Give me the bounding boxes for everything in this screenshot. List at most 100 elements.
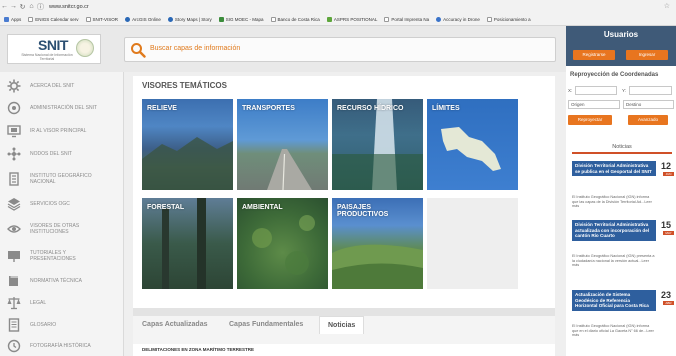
news-title[interactable]: División Territorial Administrativa actu… [572,220,656,241]
waterfall-image [332,99,423,190]
snit-logo[interactable]: SNIT Sistema Nacional de Información Ter… [7,34,101,64]
layer-search[interactable]: Buscar capas de información [124,37,556,62]
page-icon [384,17,390,22]
sidebar-item-label: FOTOGRAFÍA HISTÓRICA [30,342,91,349]
sidebar-item-visores-otras[interactable]: VISORES DE OTRAS INSTITUCIONES [0,217,124,241]
bookmark-item[interactable]: Portal Imprenta Na [384,17,429,22]
reload-icon[interactable]: ↻ [18,3,27,11]
sidebar-item-label: ACERCA DEL SNIT [30,82,75,89]
tile-transportes[interactable]: TRANSPORTES [237,99,328,190]
news-description: El Instituto Geográfico Nacional (IGN) p… [572,254,655,268]
tile-label: RELIEVE [147,105,177,112]
logo-text: SNIT [38,37,68,53]
origin-select[interactable]: Origen [568,100,620,109]
news-month: ABR [663,301,674,305]
tile-label: AMBIENTAL [242,204,283,211]
globe-gear-icon [7,101,21,115]
y-label: Y: [622,88,627,93]
page-icon [28,17,34,22]
tile-label: FORESTAL [147,204,185,211]
reprojection-title: Reproyección de Coordenadas [570,72,659,78]
bookmark-star-icon[interactable]: ☆ [664,2,670,10]
tab-capas-fundamentales[interactable]: Capas Fundamentales [229,321,303,328]
news-title[interactable]: Actualización de Sistema Geodésico de Re… [572,290,656,311]
sidebar-item-ign[interactable]: INSTITUTO GEOGRÁFICO NACIONAL [0,167,124,191]
sidebar-item-label: INSTITUTO GEOGRÁFICO NACIONAL [30,172,92,185]
login-button[interactable]: Ingresar [626,50,668,60]
register-button[interactable]: Registrarse [573,50,615,60]
news-list: DELIMITACIONES EN ZONA MARÍTIMO TERRESTR… [133,344,555,356]
news-description: El Instituto Geográfico Nacional (IGN) i… [572,195,652,209]
bookmark-item[interactable]: SIG MOEC - Mapa [218,17,264,22]
bookmark-item[interactable]: SNIT-VISOR [85,17,118,22]
tile-relieve[interactable]: RELIEVE [142,99,233,190]
right-panel: Usuarios Registrarse Ingresar Reproyecci… [566,26,676,356]
bookmark-item[interactable]: Banco de Costa Rica [270,17,320,22]
sidebar-item-legal[interactable]: LEGAL [0,293,124,313]
page: SNIT Sistema Nacional de Información Ter… [0,26,676,356]
bookmark-item[interactable]: Accuracy in Drone [436,17,480,22]
tile-forestal[interactable]: FORESTAL [142,198,233,289]
x-input[interactable] [575,86,617,95]
sidebar-item-fotografia[interactable]: FOTOGRAFÍA HISTÓRICA [0,337,124,355]
sidebar-item-tutoriales[interactable]: TUTORIALES Y PRESENTACIONES [0,244,124,268]
forest-image [162,198,206,289]
sidebar-item-label: NORMATIVA TÉCNICA [30,277,82,284]
news-header: Noticias [572,144,672,154]
news-headline[interactable]: DELIMITACIONES EN ZONA MARÍTIMO TERRESTR… [142,347,254,352]
page-icon [270,17,276,22]
history-icon [7,339,21,353]
sidebar-item-ogc[interactable]: SERVICIOS OGC [0,194,124,214]
main-content: VISORES TEMÁTICOS RELIEVE TRANSPORTES RE… [133,76,555,356]
search-input[interactable]: Buscar capas de información [150,45,240,52]
sidebar-item-label: IR AL VISOR PRINCIPAL [30,127,87,134]
page-icon [85,17,91,22]
tile-paisajes-productivos[interactable]: PAISAJES PRODUCTIVOS [332,198,423,289]
news-description: El Instituto Geográfico Nacional (IGN) i… [572,324,654,338]
tab-capas-actualizadas[interactable]: Capas Actualizadas [142,321,208,328]
tile-recurso-hidrico[interactable]: RECURSO HÍDRICO [332,99,423,190]
back-icon[interactable]: ← [0,3,9,10]
arcgis-icon [125,17,131,22]
users-panel: Usuarios Registrarse Ingresar [566,26,676,66]
news-day: 15 [661,220,672,230]
tile-empty [427,198,518,289]
page-icon [486,17,492,22]
news-month: MAY [663,231,674,235]
sidebar-item-glosario[interactable]: GLOSARIO [0,315,124,335]
forward-icon[interactable]: → [9,3,18,10]
sidebar-item-nodos[interactable]: NODOS DEL SNIT [0,144,124,164]
sidebar-item-acerca[interactable]: ACERCA DEL SNIT [0,76,124,96]
y-input[interactable] [629,86,672,95]
bookmark-item[interactable]: ASPRS POSITIONAL [326,17,377,22]
document-icon [8,318,20,332]
tab-noticias[interactable]: Noticias [319,316,365,334]
bookmarks-bar: Apps ENIGS Calendar serv SNIT-VISOR ArcG… [0,13,676,26]
advanced-button[interactable]: Avanzado [628,115,668,125]
building-icon [9,172,19,186]
layers-icon [7,198,21,211]
section-title: VISORES TEMÁTICOS [142,81,227,90]
news-title[interactable]: División Territorial Administrativa se p… [572,161,656,176]
bookmark-item[interactable]: Apps [4,17,21,22]
destination-select[interactable]: Destino [623,100,674,109]
tile-ambiental[interactable]: AMBIENTAL [237,198,328,289]
sidebar-item-normativa[interactable]: NORMATIVA TÉCNICA [0,271,124,291]
tile-limites[interactable]: LÍMITES [427,99,518,190]
gear-icon [7,79,21,93]
book-icon [9,276,18,286]
bookmark-item[interactable]: Story Maps | Story [167,17,212,22]
bookmark-item[interactable]: ENIGS Calendar serv [28,17,79,22]
search-icon [131,43,146,58]
users-title: Usuarios [603,30,639,39]
globe-icon [167,17,173,22]
sidebar-item-label: ADMINISTRACIÓN DEL SNIT [30,104,98,111]
tile-label: TRANSPORTES [242,105,295,112]
bookmark-item[interactable]: ArcGIS Online [125,17,161,22]
sidebar-item-administracion[interactable]: ADMINISTRACIÓN DEL SNIT [0,98,124,118]
home-icon[interactable]: ⌂ [27,3,36,10]
sidebar-item-visor[interactable]: IR AL VISOR PRINCIPAL [0,121,124,141]
bookmark-item[interactable]: Posicionamiento a [486,17,531,22]
address-bar[interactable]: www.snitcr.go.cr [49,4,89,10]
reproject-button[interactable]: Reproyectar [568,115,612,125]
